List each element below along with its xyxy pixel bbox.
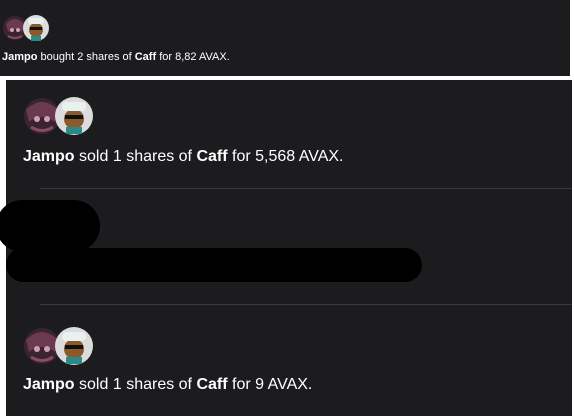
trader-avatar-icon[interactable] [24,328,60,364]
asset-name[interactable]: Caff [135,51,156,63]
item-divider [40,188,572,189]
trade-price: 8,82 AVAX. [175,51,230,63]
trade-for: for [159,51,173,63]
redaction-mark [0,200,100,252]
trade-price: 9 AVAX. [255,376,313,393]
trade-feed-panel: Jampo sold 1 shares of Caff for 5,568 AV… [0,80,572,416]
trader-name[interactable]: Jampo [23,148,75,165]
trade-quantity: 2 shares of [77,51,132,63]
trade-feed-item-top: Jampo bought 2 shares of Caff for 8,82 A… [0,0,570,76]
trade-price: 5,568 AVAX. [255,148,344,165]
trader-avatar-icon[interactable] [24,98,60,134]
trade-description: Jampo sold 1 shares of Caff for 9 AVAX. [23,376,312,394]
trade-action: sold [79,148,109,165]
trader-name[interactable]: Jampo [23,376,75,393]
trade-for: for [232,376,251,393]
trade-description: Jampo sold 1 shares of Caff for 5,568 AV… [23,148,344,166]
trader-name[interactable]: Jampo [2,51,37,63]
subject-avatar-icon[interactable] [23,15,49,41]
subject-avatar-icon[interactable] [55,327,93,365]
trade-quantity: 1 shares of [112,376,192,393]
asset-name[interactable]: Caff [196,376,227,393]
avatar-pair [3,15,49,41]
redaction-mark [6,248,422,282]
trade-description: Jampo bought 2 shares of Caff for 8,82 A… [2,51,230,63]
trade-action: sold [79,376,109,393]
trade-for: for [232,148,251,165]
asset-name[interactable]: Caff [196,148,227,165]
trade-quantity: 1 shares of [112,148,192,165]
item-divider [40,304,572,305]
avatar-pair [24,97,93,135]
trade-action: bought [40,51,75,63]
avatar-pair [24,327,93,365]
subject-avatar-icon[interactable] [55,97,93,135]
